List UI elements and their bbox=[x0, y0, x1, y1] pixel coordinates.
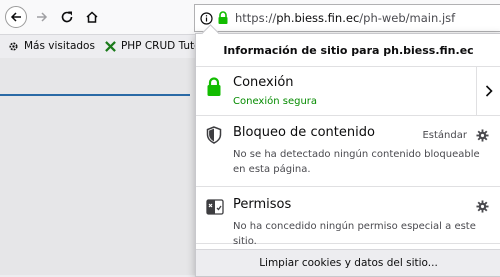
permissions-description: No ha concedido ningún permiso especial … bbox=[233, 221, 476, 247]
connection-section[interactable]: Conexión Conexión segura bbox=[196, 67, 500, 116]
panel-header: Información de sitio para ph.biess.fin.e… bbox=[196, 34, 500, 67]
connection-details-button[interactable] bbox=[476, 67, 500, 115]
url-path: /ph-web/main.jsf bbox=[359, 11, 456, 25]
blocking-level-label: Estándar bbox=[422, 130, 467, 141]
clear-cookies-button[interactable]: Limpiar cookies y datos del sitio... bbox=[196, 249, 500, 276]
url-text[interactable]: https://ph.biess.fin.ec/ph-web/main.jsf bbox=[235, 11, 455, 25]
gear-icon[interactable] bbox=[476, 129, 489, 142]
content-blocking-title: Bloqueo de contenido bbox=[233, 125, 375, 140]
bookmark-favicon bbox=[105, 40, 116, 52]
page-header-bar bbox=[0, 94, 190, 96]
permissions-title: Permisos bbox=[233, 197, 292, 212]
bookmark-label: Más visitados bbox=[24, 40, 95, 52]
arrow-right-icon bbox=[37, 12, 48, 22]
reload-icon bbox=[61, 11, 73, 23]
gear-icon[interactable] bbox=[476, 200, 489, 213]
lock-icon bbox=[207, 77, 221, 96]
permissions-section: Permisos No ha concedido ningún permiso … bbox=[196, 187, 500, 247]
content-blocking-section: Bloqueo de contenido Estándar No se ha d… bbox=[196, 116, 500, 187]
home-icon bbox=[86, 11, 98, 23]
page-content bbox=[0, 58, 196, 275]
shield-icon bbox=[206, 126, 222, 144]
bookmarks-toolbar: Más visitados PHP CRUD Tutorial (p bbox=[0, 35, 231, 57]
gear-icon bbox=[9, 41, 18, 51]
connection-status: Conexión segura bbox=[233, 96, 318, 107]
info-icon[interactable] bbox=[200, 11, 213, 25]
bookmark-most-visited[interactable]: Más visitados bbox=[8, 40, 95, 52]
nav-toolbar: https://ph.biess.fin.ec/ph-web/main.jsf bbox=[0, 0, 500, 35]
url-bar[interactable]: https://ph.biess.fin.ec/ph-web/main.jsf bbox=[194, 4, 500, 32]
arrow-left-icon bbox=[10, 12, 21, 22]
chevron-right-icon bbox=[485, 85, 493, 97]
forward-button[interactable] bbox=[31, 6, 53, 28]
reload-button[interactable] bbox=[56, 6, 78, 28]
site-info-panel: Información de sitio para ph.biess.fin.e… bbox=[195, 24, 500, 277]
url-host: ph.biess.fin.ec bbox=[276, 11, 360, 25]
lock-icon[interactable] bbox=[217, 11, 229, 25]
url-scheme: https:// bbox=[235, 11, 277, 25]
back-button[interactable] bbox=[5, 6, 27, 28]
content-blocking-description: No se ha detectado ningún contenido bloq… bbox=[233, 149, 480, 175]
home-button[interactable] bbox=[81, 6, 103, 28]
connection-title: Conexión bbox=[233, 75, 294, 90]
permissions-icon bbox=[206, 199, 224, 215]
